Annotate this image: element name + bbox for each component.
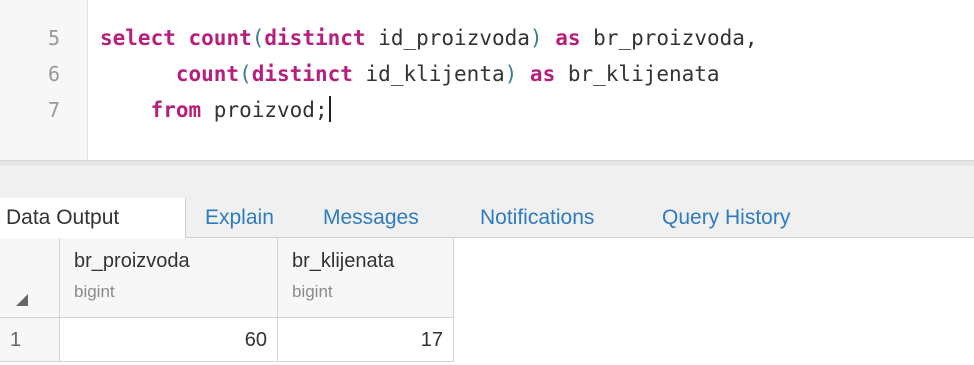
identifier: br_klijenata [555, 62, 720, 86]
row-number[interactable]: 1 [0, 318, 60, 362]
function-name: count [188, 26, 252, 50]
sort-indicator-icon [16, 294, 28, 306]
keyword: distinct [251, 62, 353, 86]
line-number: 7 [47, 98, 60, 122]
code-line[interactable]: from proizvod; [100, 96, 331, 124]
text-cursor [328, 96, 331, 122]
identifier: proizvod; [201, 98, 328, 122]
results-tab-bar: Data Output Explain Messages Notificatio… [0, 166, 974, 239]
paren: ( [251, 26, 265, 50]
column-type: bigint [292, 282, 333, 301]
identifier: id_proizvoda [365, 26, 530, 50]
tab-explain[interactable]: Explain [205, 198, 274, 238]
select-all-corner[interactable] [0, 238, 60, 318]
column-name: br_klijenata [292, 250, 395, 272]
keyword: as [529, 62, 556, 86]
tab-notifications[interactable]: Notifications [480, 198, 594, 238]
identifier: id_klijenta [352, 62, 505, 86]
column-type: bigint [74, 282, 115, 301]
sql-editor[interactable]: 5 6 7 select count(distinct id_proizvoda… [0, 0, 974, 160]
paren: ) [504, 62, 518, 86]
table-cell[interactable]: 17 [278, 318, 454, 362]
tab-data-output[interactable]: Data Output [0, 198, 186, 239]
column-header[interactable]: br_proizvoda bigint [60, 238, 278, 318]
results-grid: br_proizvoda bigint br_klijenata bigint … [0, 238, 974, 365]
line-number: 5 [47, 26, 60, 50]
keyword: from [150, 98, 202, 122]
paren: ( [239, 62, 252, 86]
code-line[interactable]: count(distinct id_klijenta) as br_klijen… [100, 60, 720, 88]
line-number: 6 [47, 62, 60, 86]
line-number-gutter: 5 6 7 [0, 0, 88, 160]
identifier: br_proizvoda, [580, 26, 758, 50]
table-cell[interactable]: 60 [60, 318, 278, 362]
tab-label: Data Output [6, 206, 120, 229]
column-name: br_proizvoda [74, 250, 190, 272]
keyword: as [555, 26, 581, 50]
keyword: distinct [264, 26, 366, 50]
code-line[interactable]: select count(distinct id_proizvoda) as b… [100, 24, 758, 52]
tab-messages[interactable]: Messages [323, 198, 419, 238]
keyword: select [100, 26, 176, 50]
column-header[interactable]: br_klijenata bigint [278, 238, 454, 318]
paren: ) [529, 26, 543, 50]
tab-query-history[interactable]: Query History [662, 198, 790, 238]
function-name: count [175, 62, 240, 86]
